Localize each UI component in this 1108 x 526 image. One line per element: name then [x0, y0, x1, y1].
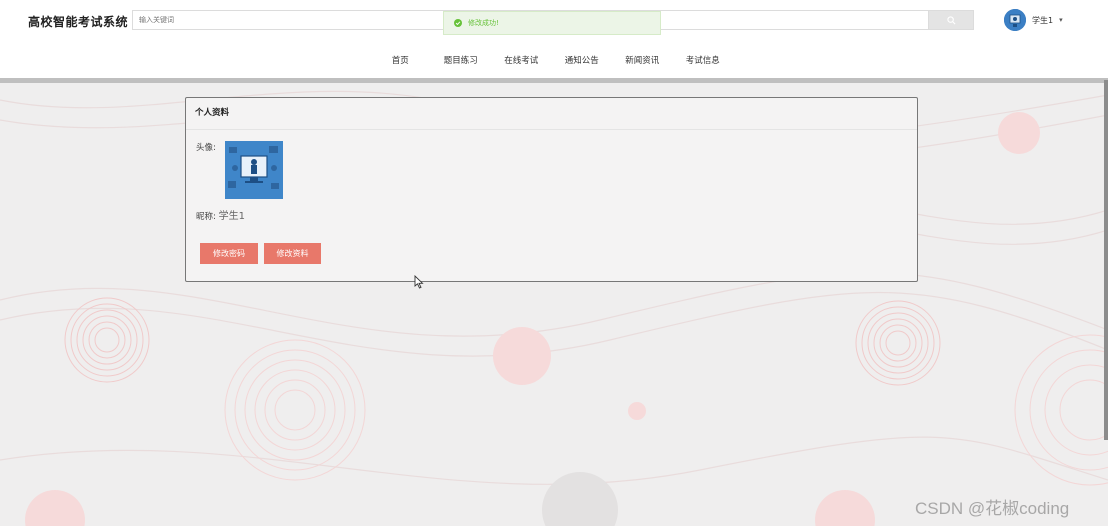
search-icon [946, 15, 955, 24]
username: 学生1 [1032, 15, 1054, 25]
nickname-row: 昵称: 学生1 [196, 207, 245, 222]
search-button[interactable] [928, 10, 974, 30]
avatar [1004, 9, 1026, 31]
scrollbar[interactable] [1104, 80, 1108, 440]
mouse-cursor-icon [414, 275, 424, 289]
watermark: CSDN @花椒coding [915, 499, 1070, 518]
card-title: 个人资料 [186, 98, 917, 130]
nickname-value: 学生1 [218, 211, 245, 222]
user-menu[interactable]: 学生1 ▾ [1004, 9, 1063, 31]
profile-avatar[interactable] [225, 141, 283, 199]
edit-profile-button[interactable]: 修改资料 [264, 243, 321, 264]
success-toast: 修改成功! [443, 11, 661, 35]
avatar-label: 头像: [196, 143, 216, 153]
toast-message: 修改成功! [468, 19, 499, 27]
check-circle-icon [454, 19, 462, 27]
chevron-down-icon: ▾ [1059, 16, 1063, 24]
site-title: 高校智能考试系统 [28, 15, 129, 29]
profile-card: 个人资料 头像: 昵称: 学生1 修改密码 修改资料 [185, 97, 918, 282]
header-divider [0, 78, 1108, 83]
nickname-label: 昵称: [196, 212, 216, 222]
change-password-button[interactable]: 修改密码 [200, 243, 258, 264]
